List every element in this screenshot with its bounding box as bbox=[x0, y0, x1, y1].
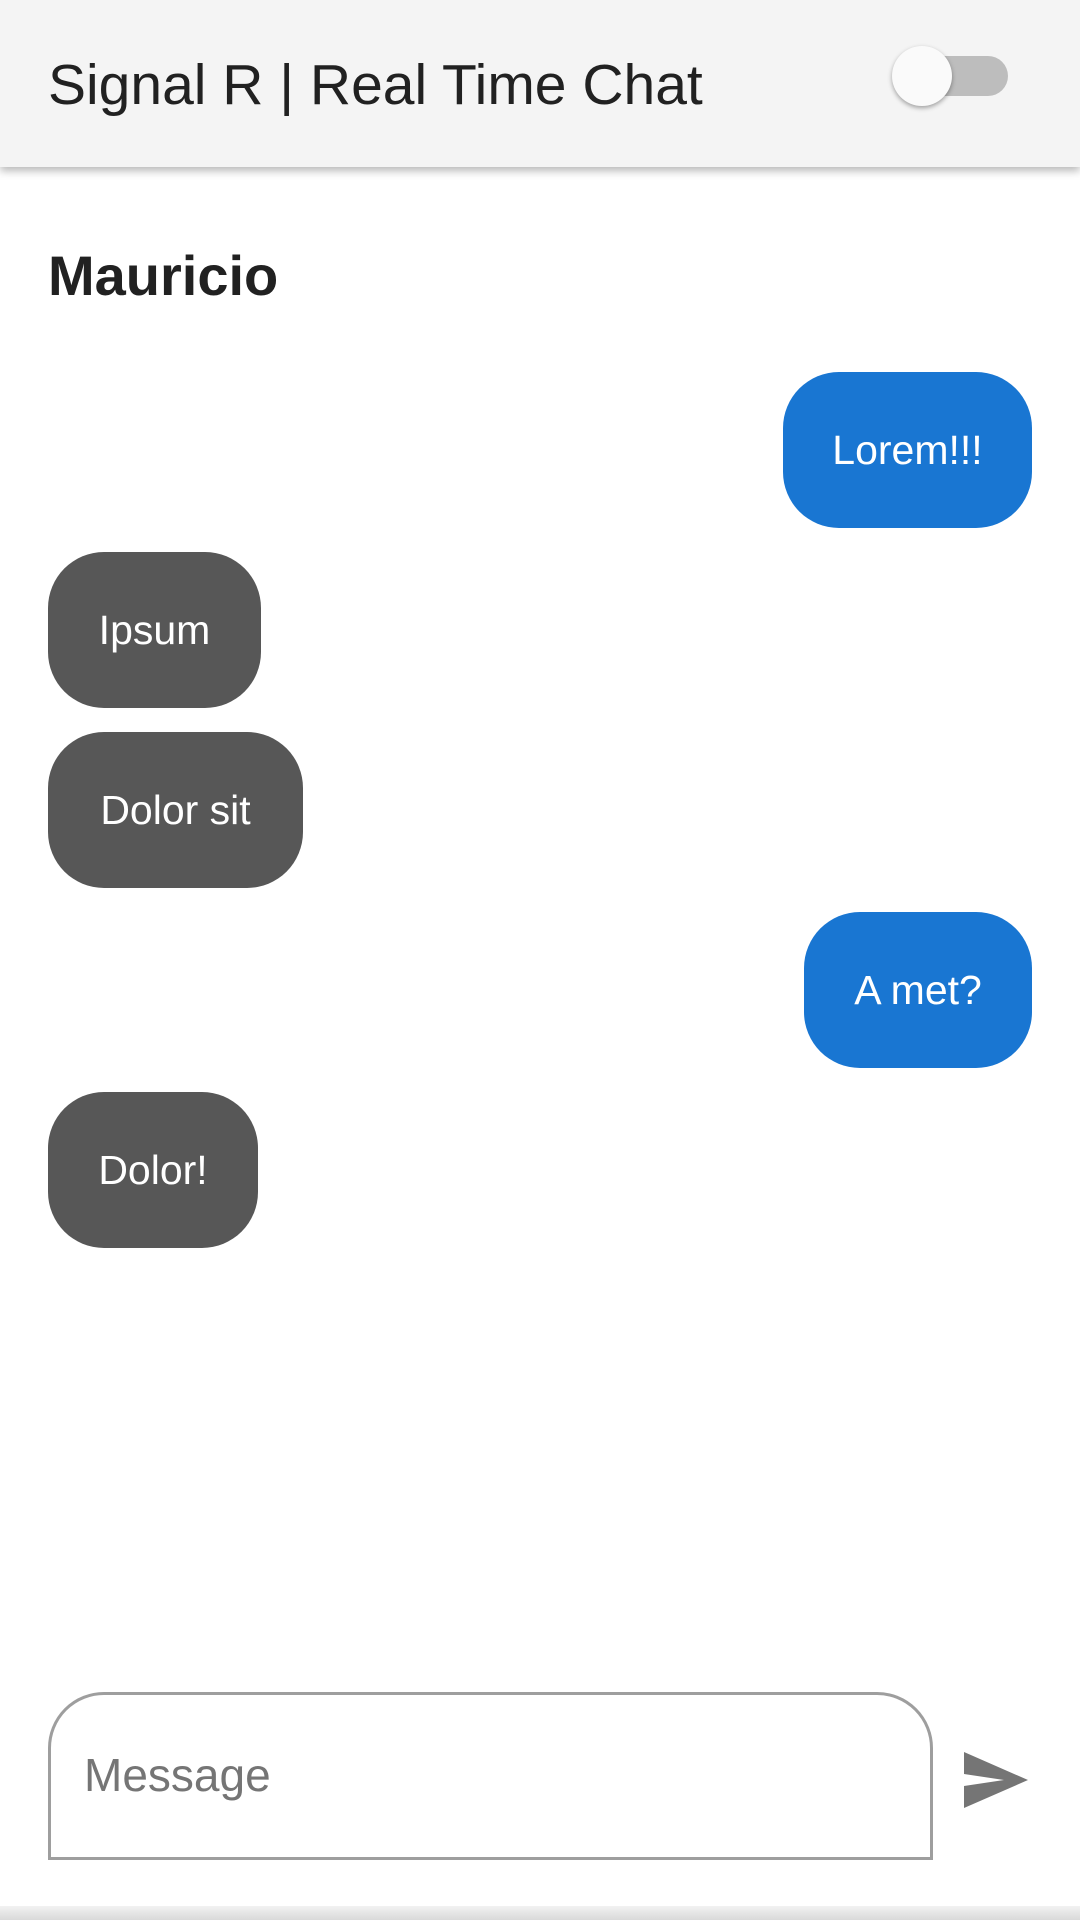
message-field bbox=[48, 1692, 933, 1860]
incoming-message-bubble: Ipsum bbox=[48, 552, 261, 708]
chat-user-name: Mauricio bbox=[48, 244, 279, 307]
outgoing-message-bubble: Lorem!!! bbox=[783, 372, 1032, 528]
send-icon bbox=[964, 1752, 1028, 1808]
toggle-thumb bbox=[892, 46, 952, 106]
incoming-message-bubble: Dolor! bbox=[48, 1092, 258, 1248]
send-button[interactable] bbox=[960, 1748, 1032, 1812]
outgoing-message-bubble: A met? bbox=[804, 912, 1032, 1068]
bottom-edge bbox=[0, 1906, 1080, 1920]
incoming-message-bubble: Dolor sit bbox=[48, 732, 303, 888]
message-input[interactable] bbox=[84, 1735, 884, 1815]
app-bar: Signal R | Real Time Chat bbox=[0, 0, 1080, 167]
chat-app: Signal R | Real Time Chat Mauricio Lorem… bbox=[0, 0, 1080, 1920]
theme-toggle-switch[interactable] bbox=[892, 44, 1008, 108]
app-title: Signal R | Real Time Chat bbox=[48, 53, 703, 117]
